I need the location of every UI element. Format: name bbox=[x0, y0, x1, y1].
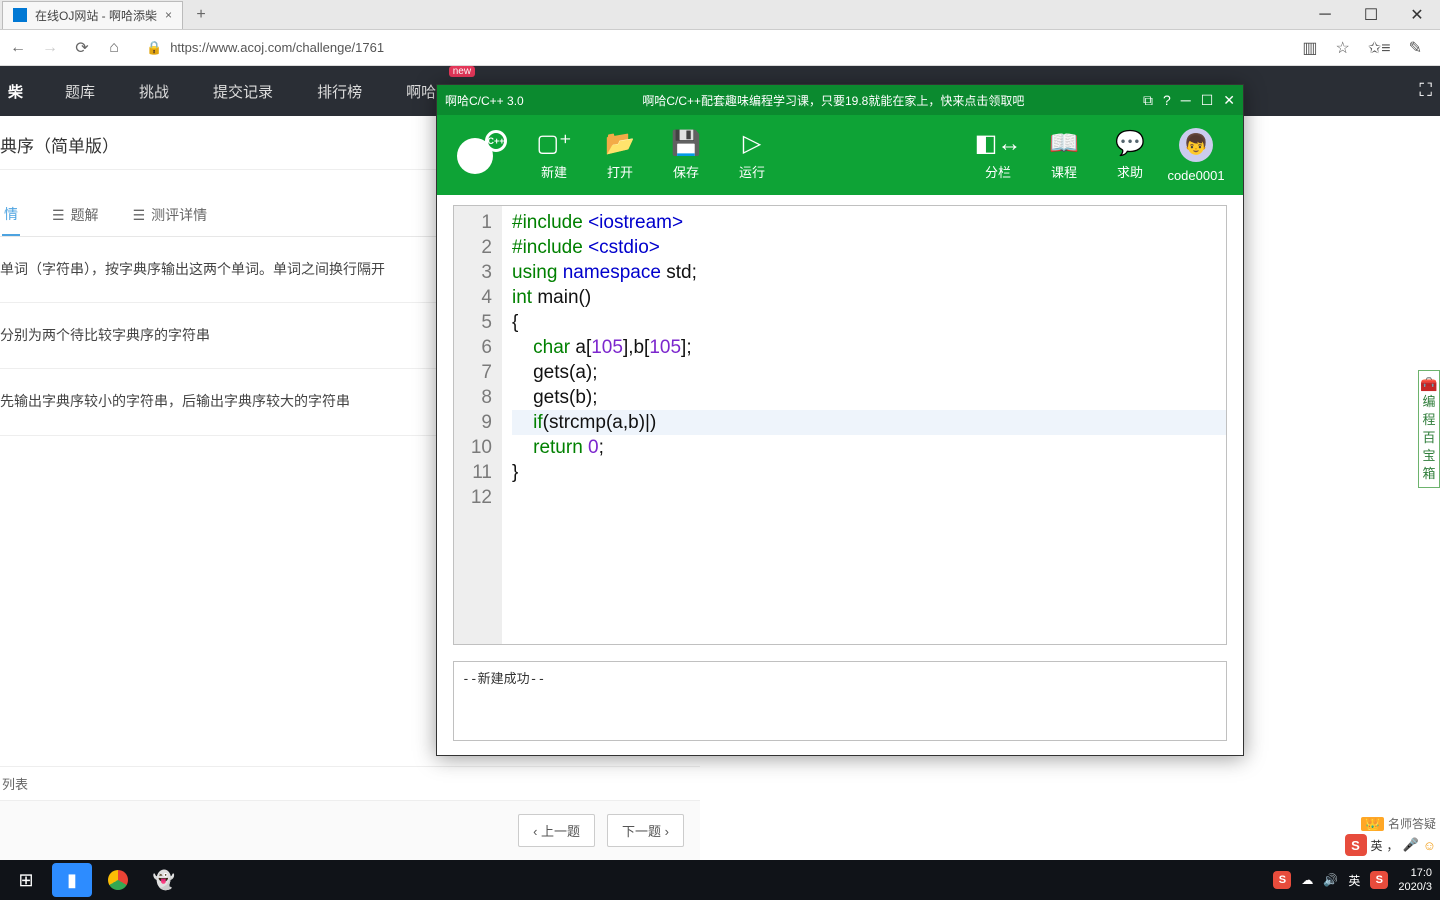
list-button[interactable]: 列表 bbox=[2, 774, 28, 793]
taskbar-app-ahaide[interactable]: 👻 bbox=[144, 863, 184, 897]
toolbox-pin[interactable]: 🧰 编程百宝箱 bbox=[1418, 370, 1440, 488]
reading-view-icon[interactable]: ▥ bbox=[1302, 38, 1317, 58]
system-tray[interactable]: S ☁ 🔊 英 S 17:0 2020/3 bbox=[1273, 866, 1434, 894]
line-gutter: 123456789101112 bbox=[454, 206, 502, 644]
nav-problems[interactable]: 题库 bbox=[43, 66, 117, 116]
back-icon[interactable]: ← bbox=[8, 39, 28, 57]
tray-lang[interactable]: 英 bbox=[1348, 872, 1360, 889]
ide-logo: C++ bbox=[451, 130, 511, 180]
new-tab-button[interactable]: + bbox=[187, 1, 215, 29]
briefcase-icon: 🧰 bbox=[1419, 375, 1439, 393]
ide-close-icon[interactable]: ✕ bbox=[1223, 92, 1235, 109]
address-bar[interactable]: 🔒 https://www.acoj.com/challenge/1761 bbox=[136, 38, 394, 58]
new-file-button[interactable]: ▢⁺新建 bbox=[521, 130, 587, 181]
close-window-icon[interactable]: ✕ bbox=[1394, 0, 1440, 30]
tab-solution[interactable]: ☰题解 bbox=[50, 194, 101, 236]
emoji-icon: ☺ bbox=[1423, 838, 1436, 853]
taskbar-app-chrome[interactable] bbox=[98, 863, 138, 897]
split-icon: ◧↔ bbox=[975, 130, 1022, 158]
ime-indicator[interactable]: S 英 ， 🎤 ☺ bbox=[1345, 834, 1437, 856]
tab-detail[interactable]: 情 bbox=[2, 194, 20, 236]
sogou-tray-icon[interactable]: S bbox=[1273, 871, 1291, 889]
tray-speaker-icon[interactable]: 🔊 bbox=[1323, 873, 1338, 887]
play-icon: ▷ bbox=[743, 130, 761, 158]
ide-window: 啊哈C/C++ 3.0 啊哈C/C++配套趣味编程学习课，只要19.8就能在家上… bbox=[436, 84, 1244, 756]
open-file-button[interactable]: 📂打开 bbox=[587, 130, 653, 181]
taskbar: ⊞ ▮ 👻 S ☁ 🔊 英 S 17:0 2020/3 bbox=[0, 860, 1440, 900]
brand-logo[interactable]: 柴 bbox=[0, 81, 43, 102]
prev-button[interactable]: ‹ 上一题 bbox=[518, 814, 595, 847]
sogou-tray-icon-2[interactable]: S bbox=[1370, 871, 1388, 889]
code-area[interactable]: #include <iostream>#include <cstdio>usin… bbox=[502, 206, 1226, 644]
forward-icon[interactable]: → bbox=[40, 39, 60, 57]
output-console[interactable]: --新建成功-- bbox=[453, 661, 1227, 741]
home-icon[interactable]: ⌂ bbox=[104, 39, 124, 57]
start-button[interactable]: ⊞ bbox=[6, 863, 46, 897]
save-button[interactable]: 💾保存 bbox=[653, 130, 719, 181]
popout-icon[interactable]: ⧉ bbox=[1143, 92, 1153, 109]
help-icon[interactable]: ? bbox=[1163, 92, 1171, 108]
ide-toolbar: C++ ▢⁺新建 📂打开 💾保存 ▷运行 ◧↔分栏 📖课程 💬求助 👦code0… bbox=[437, 115, 1243, 195]
tab-favicon bbox=[13, 8, 27, 22]
refresh-icon[interactable]: ⟳ bbox=[72, 38, 92, 58]
pager: ‹ 上一题 下一题 › bbox=[0, 800, 700, 860]
ide-minimize-icon[interactable]: ─ bbox=[1181, 92, 1191, 108]
tab-judge[interactable]: ☰测评详情 bbox=[131, 194, 210, 236]
browser-tab[interactable]: 在线OJ网站 - 啊哈添柴 × bbox=[2, 1, 183, 29]
ide-title: 啊哈C/C++ 3.0 bbox=[445, 92, 524, 109]
favorite-icon[interactable]: ☆ bbox=[1336, 38, 1350, 58]
lock-icon: 🔒 bbox=[146, 40, 162, 56]
browser-tab-strip: 在线OJ网站 - 啊哈添柴 × + ─ ☐ ✕ bbox=[0, 0, 1440, 30]
new-badge: new bbox=[449, 66, 475, 77]
nav-submissions[interactable]: 提交记录 bbox=[191, 66, 295, 116]
crown-icon: 👑 bbox=[1361, 817, 1384, 831]
notes-icon[interactable]: ✎ bbox=[1409, 38, 1422, 58]
fullscreen-icon[interactable]: ⛶ bbox=[1419, 80, 1432, 101]
mic-icon: 🎤 bbox=[1403, 837, 1419, 853]
favorites-hub-icon[interactable]: ✩≡ bbox=[1368, 38, 1391, 58]
split-button[interactable]: ◧↔分栏 bbox=[965, 130, 1031, 181]
list-icon: ☰ bbox=[133, 207, 146, 224]
user-account[interactable]: 👦code0001 bbox=[1163, 128, 1229, 183]
ide-maximize-icon[interactable]: ☐ bbox=[1201, 92, 1214, 109]
url-text: https://www.acoj.com/challenge/1761 bbox=[170, 40, 384, 55]
tray-cloud-icon[interactable]: ☁ bbox=[1301, 873, 1313, 887]
teacher-help[interactable]: 👑名师答疑 bbox=[1361, 815, 1436, 832]
avatar-icon: 👦 bbox=[1179, 128, 1213, 162]
chat-icon: 💬 bbox=[1115, 130, 1145, 158]
book-icon: 📖 bbox=[1049, 130, 1079, 158]
taskbar-app-zoom[interactable]: ▮ bbox=[52, 863, 92, 897]
minimize-icon[interactable]: ─ bbox=[1302, 0, 1348, 30]
help-button[interactable]: 💬求助 bbox=[1097, 130, 1163, 181]
list-button-row: 列表 bbox=[0, 766, 700, 800]
close-icon[interactable]: × bbox=[165, 8, 172, 22]
browser-toolbar: ← → ⟳ ⌂ 🔒 https://www.acoj.com/challenge… bbox=[0, 30, 1440, 66]
tab-title: 在线OJ网站 - 啊哈添柴 bbox=[35, 7, 157, 24]
next-button[interactable]: 下一题 › bbox=[607, 814, 684, 847]
new-file-icon: ▢⁺ bbox=[536, 130, 571, 158]
save-icon: 💾 bbox=[671, 130, 701, 158]
window-controls: ─ ☐ ✕ bbox=[1302, 0, 1440, 30]
ide-promo-text[interactable]: 啊哈C/C++配套趣味编程学习课，只要19.8就能在家上，快来点击领取吧 bbox=[524, 92, 1143, 109]
sogou-icon: S bbox=[1345, 834, 1367, 856]
open-folder-icon: 📂 bbox=[605, 130, 635, 158]
taskbar-clock[interactable]: 17:0 2020/3 bbox=[1398, 866, 1432, 894]
list-icon: ☰ bbox=[52, 207, 65, 224]
maximize-icon[interactable]: ☐ bbox=[1348, 0, 1394, 30]
nav-challenge[interactable]: 挑战 bbox=[117, 66, 191, 116]
toolbox-label: 编程百宝箱 bbox=[1419, 393, 1439, 483]
code-editor[interactable]: 123456789101112 #include <iostream>#incl… bbox=[453, 205, 1227, 645]
course-button[interactable]: 📖课程 bbox=[1031, 130, 1097, 181]
nav-ranking[interactable]: 排行榜 bbox=[295, 66, 384, 116]
run-button[interactable]: ▷运行 bbox=[719, 130, 785, 181]
ide-titlebar[interactable]: 啊哈C/C++ 3.0 啊哈C/C++配套趣味编程学习课，只要19.8就能在家上… bbox=[437, 85, 1243, 115]
